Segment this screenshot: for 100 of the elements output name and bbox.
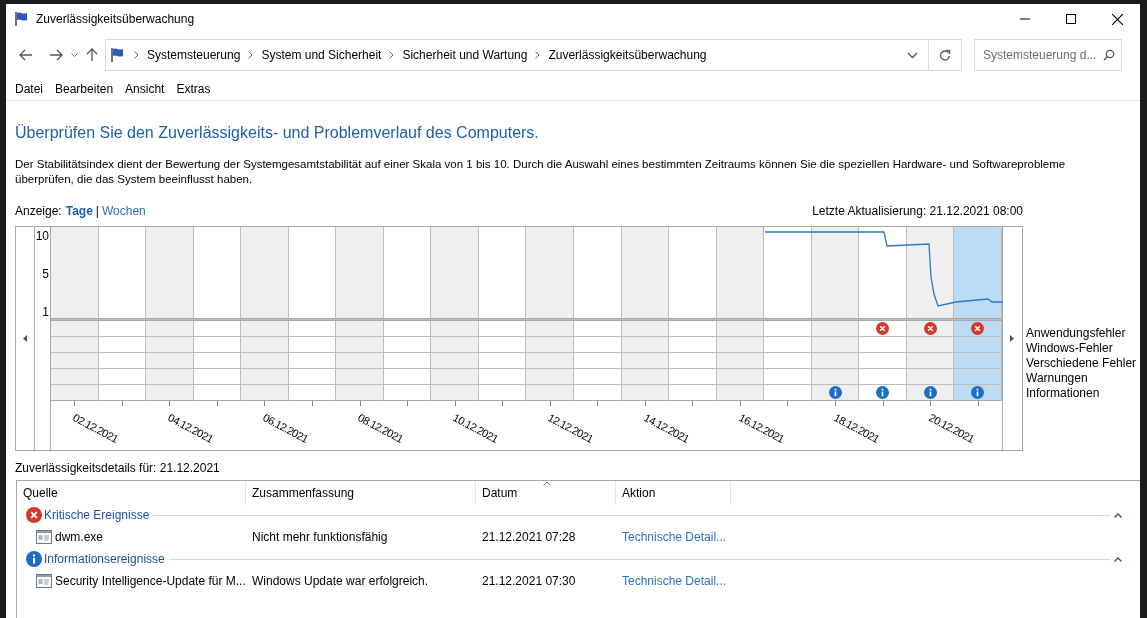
table-row[interactable]: Security Intelligence-Update für M... Windows Update war erfolgreich. 21.12.2021 07:30 Technische Detail... bbox=[17, 569, 1140, 593]
event-cell[interactable] bbox=[811, 385, 859, 401]
day-column[interactable] bbox=[241, 227, 289, 318]
breadcrumb-item[interactable]: Sicherheit und Wartung bbox=[402, 46, 528, 64]
event-cell[interactable] bbox=[859, 321, 906, 337]
up-arrow-icon bbox=[86, 48, 98, 62]
day-column[interactable] bbox=[146, 227, 194, 318]
group-header[interactable]: Kritische Ereignisse bbox=[17, 505, 1140, 525]
legend-label: Warnungen bbox=[1026, 371, 1089, 386]
column-header-text: Datum bbox=[482, 485, 518, 502]
search-field[interactable]: Systemsteuerung d... bbox=[974, 39, 1122, 71]
info-icon bbox=[828, 386, 842, 399]
day-column[interactable] bbox=[716, 227, 765, 318]
legend-label: Anwendungsfehler bbox=[1026, 326, 1127, 341]
legend-label: Informationen bbox=[1026, 386, 1101, 401]
column-header[interactable]: Quelle bbox=[17, 481, 246, 505]
column-header-text: Zusammenfassung bbox=[252, 485, 355, 502]
table-row[interactable]: dwm.exe Nicht mehr funktionsfähig 21.12.2021 07:28 Technische Detail... bbox=[17, 525, 1140, 549]
day-column[interactable] bbox=[574, 227, 622, 318]
event-cell[interactable] bbox=[954, 385, 1001, 401]
search-icon bbox=[1103, 49, 1115, 61]
view-option-link[interactable]: Tage bbox=[65, 202, 93, 220]
group-header[interactable]: Informationsereignisse bbox=[17, 549, 1140, 569]
day-column[interactable] bbox=[621, 227, 670, 318]
day-column[interactable] bbox=[98, 227, 147, 318]
menu-item[interactable]: Bearbeiten bbox=[49, 79, 120, 98]
day-column[interactable] bbox=[906, 227, 955, 318]
details-title: Zuverlässigkeitsdetails für: 21.12.2021 bbox=[15, 460, 221, 477]
event-cell[interactable] bbox=[954, 321, 1001, 337]
chevron-right-icon bbox=[389, 51, 395, 59]
breadcrumb-item[interactable]: Zuverlässigkeitsüberwachung bbox=[548, 46, 707, 64]
column-header[interactable]: Aktion bbox=[616, 481, 731, 505]
column-header-text: Quelle bbox=[23, 485, 58, 502]
forward-arrow-icon bbox=[49, 49, 63, 61]
window-title: Zuverlässigkeitsüberwachung bbox=[36, 11, 195, 28]
search-input[interactable]: Systemsteuerung d... bbox=[983, 46, 1103, 64]
date-cell-text: 21.12.2021 07:28 bbox=[481, 529, 577, 546]
event-cell[interactable] bbox=[906, 321, 954, 337]
error-icon bbox=[26, 507, 42, 523]
day-column[interactable] bbox=[288, 227, 337, 318]
y-axis-label: 5 bbox=[42, 268, 49, 280]
date-cell-text: 21.12.2021 07:30 bbox=[481, 573, 577, 590]
day-column[interactable] bbox=[526, 227, 574, 318]
flag-icon bbox=[110, 47, 126, 63]
info-icon bbox=[923, 386, 937, 399]
day-column[interactable] bbox=[764, 227, 812, 318]
page-heading: Überprüfen Sie den Zuverlässigkeits- und Problemverlauf des Computers. bbox=[15, 123, 540, 143]
description-text: Der Stabilitätsindex dient der Bewertung der Systemgesamtstabilität auf einer Skala von 1 bis 10. Durch die Auswahl eines bestimmten Zeitraums können Sie die speziellen Hardware- und Softwareprobleme überprüfen, die das System beeinflusst haben. bbox=[15, 157, 1067, 187]
refresh-icon bbox=[939, 49, 951, 61]
breadcrumb-item[interactable]: Systemsteuerung bbox=[147, 46, 241, 64]
day-column[interactable] bbox=[811, 227, 860, 318]
event-cell[interactable] bbox=[859, 385, 906, 401]
column-header-text: Aktion bbox=[622, 485, 656, 502]
refresh-button[interactable] bbox=[929, 39, 962, 71]
chevron-down-icon[interactable] bbox=[907, 51, 918, 59]
technical-details-link[interactable]: Technische Detail... bbox=[616, 572, 727, 590]
source-cell-text: dwm.exe bbox=[55, 529, 104, 546]
chevron-right-icon bbox=[134, 51, 139, 59]
y-axis-label: 10 bbox=[35, 230, 49, 242]
back-arrow-icon bbox=[19, 49, 33, 61]
legend-label: Verschiedene Fehler bbox=[1026, 356, 1137, 371]
address-field[interactable]: Systemsteuerung System und Sicherheit Sicherheit und Wartung Zuverlässigkeitsüberwachung bbox=[105, 39, 929, 71]
breadcrumb-item[interactable]: System und Sicherheit bbox=[261, 46, 382, 64]
view-option-link[interactable]: Wochen bbox=[101, 202, 146, 220]
source-cell-text: Security Intelligence-Update für M... bbox=[55, 573, 246, 590]
y-axis-label: 1 bbox=[42, 306, 49, 318]
collapse-chevron-icon[interactable] bbox=[1114, 512, 1122, 518]
sort-ascending-icon bbox=[543, 481, 551, 486]
caret-right-icon bbox=[1010, 335, 1014, 342]
menu-item[interactable]: Extras bbox=[170, 79, 217, 98]
event-cell[interactable] bbox=[906, 385, 954, 401]
group-title: Informationsereignisse bbox=[44, 551, 165, 568]
caret-left-icon bbox=[23, 335, 27, 342]
last-update-text: Letzte Aktualisierung: 21.12.2021 08:00 bbox=[812, 203, 1023, 220]
summary-cell-text: Nicht mehr funktionsfähig bbox=[251, 529, 389, 546]
collapse-chevron-icon[interactable] bbox=[1114, 556, 1122, 562]
info-icon bbox=[26, 551, 42, 567]
application-icon bbox=[36, 574, 52, 588]
separator-text: | bbox=[95, 203, 99, 220]
menu-item[interactable]: Ansicht bbox=[119, 79, 171, 98]
error-icon bbox=[971, 322, 985, 335]
day-column[interactable] bbox=[383, 227, 432, 318]
day-column[interactable] bbox=[193, 227, 242, 318]
day-column[interactable] bbox=[859, 227, 907, 318]
menu-item[interactable]: Datei bbox=[9, 79, 49, 98]
day-column[interactable] bbox=[478, 227, 527, 318]
column-header[interactable]: Zusammenfassung bbox=[246, 481, 476, 505]
application-icon bbox=[36, 530, 52, 544]
close-icon bbox=[1111, 13, 1123, 25]
day-column[interactable] bbox=[431, 227, 479, 318]
day-column[interactable] bbox=[669, 227, 717, 318]
day-column[interactable] bbox=[51, 227, 99, 318]
chevron-right-icon bbox=[535, 51, 541, 59]
column-header[interactable]: Datum bbox=[476, 481, 616, 505]
legend-label: Windows-Fehler bbox=[1026, 341, 1114, 356]
view-label: Anzeige: bbox=[15, 203, 62, 220]
chevron-right-icon bbox=[248, 51, 254, 59]
chevron-down-icon bbox=[70, 52, 78, 58]
day-column[interactable] bbox=[336, 227, 384, 318]
technical-details-link[interactable]: Technische Detail... bbox=[616, 528, 727, 546]
